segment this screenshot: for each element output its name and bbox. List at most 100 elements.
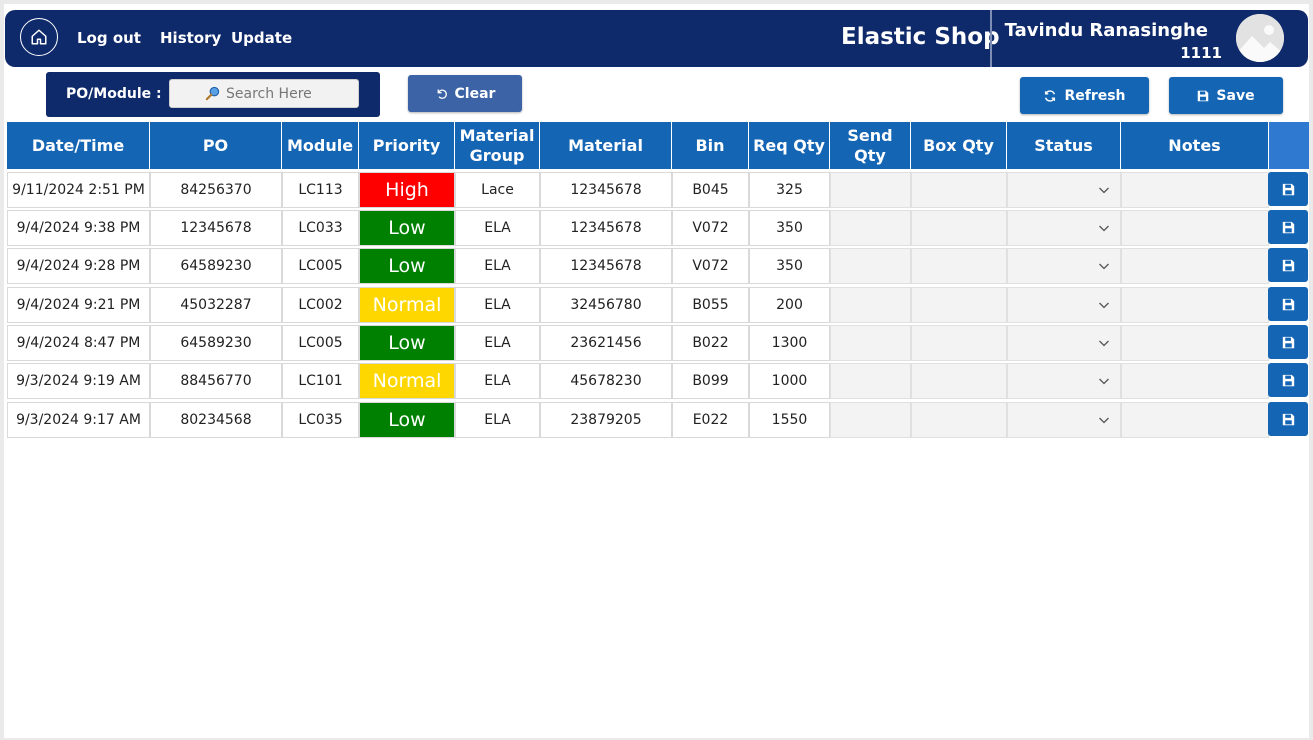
send-qty-input[interactable] [830,402,911,438]
save-icon [1282,336,1294,348]
user-id: 1111 [1180,44,1222,62]
row-save-button[interactable] [1268,402,1308,436]
po-cell: 88456770 [150,363,282,399]
notes-input[interactable] [1121,287,1269,323]
datetime-cell: 9/3/2024 9:17 AM [7,402,150,438]
column-header-material-group[interactable]: Material Group [455,122,540,169]
bin-cell: V072 [672,210,749,246]
send-qty-input[interactable] [830,287,911,323]
column-header-material[interactable]: Material [540,122,672,169]
column-header-actions [1269,122,1309,169]
send-qty-input[interactable] [830,210,911,246]
row-save-button[interactable] [1268,248,1308,282]
status-dropdown[interactable] [1007,210,1121,246]
column-header-box-qty[interactable]: Box Qty [911,122,1007,169]
status-dropdown[interactable] [1007,363,1121,399]
box-qty-input[interactable] [911,402,1007,438]
material-cell: 32456780 [540,287,672,323]
history-link[interactable]: History [160,29,221,47]
column-header-module[interactable]: Module [282,122,359,169]
notes-input[interactable] [1121,210,1269,246]
module-cell: LC101 [282,363,359,399]
save-icon [1282,221,1294,233]
row-save-button[interactable] [1268,210,1308,244]
table-row: 9/4/2024 8:47 PM 64589230 LC005 Low ELA 23621… [7,325,1309,361]
box-qty-input[interactable] [911,172,1007,208]
column-header-req-qty[interactable]: Req Qty [749,122,830,169]
material-cell: 12345678 [540,172,672,208]
priority-badge: Low [359,248,455,284]
datetime-cell: 9/4/2024 9:28 PM [7,248,150,284]
material-group-cell: Lace [455,172,540,208]
box-qty-input[interactable] [911,363,1007,399]
column-header-datetime[interactable]: Date/Time [7,122,150,169]
header-divider [990,10,992,67]
column-header-send-qty[interactable]: Send Qty [830,122,911,169]
material-cell: 12345678 [540,248,672,284]
po-cell: 12345678 [150,210,282,246]
column-header-priority[interactable]: Priority [359,122,455,169]
row-save-button[interactable] [1268,325,1308,359]
chevron-down-icon [1099,225,1109,232]
save-icon [1282,259,1294,271]
priority-badge: Normal [359,287,455,323]
clear-button[interactable]: Clear [408,75,522,112]
box-qty-input[interactable] [911,248,1007,284]
priority-badge: Low [359,210,455,246]
save-button[interactable]: Save [1169,77,1283,114]
priority-badge: High [359,172,455,208]
column-header-po[interactable]: PO [150,122,282,169]
avatar[interactable] [1236,14,1284,62]
send-qty-input[interactable] [830,325,911,361]
box-qty-input[interactable] [911,287,1007,323]
save-icon [1282,374,1294,386]
send-qty-input[interactable] [830,363,911,399]
notes-input[interactable] [1121,248,1269,284]
status-dropdown[interactable] [1007,325,1121,361]
box-qty-input[interactable] [911,325,1007,361]
notes-input[interactable] [1121,402,1269,438]
priority-badge: Low [359,325,455,361]
send-qty-input[interactable] [830,172,911,208]
table-row: 9/4/2024 9:21 PM 45032287 LC002 Normal ELA 32… [7,287,1309,323]
material-cell: 12345678 [540,210,672,246]
home-button[interactable] [20,18,58,56]
row-save-button[interactable] [1268,287,1308,321]
column-header-notes[interactable]: Notes [1121,122,1269,169]
image-placeholder-icon [1236,14,1284,62]
notes-input[interactable] [1121,325,1269,361]
search-icon [205,86,220,101]
module-cell: LC002 [282,287,359,323]
po-cell: 64589230 [150,325,282,361]
column-header-status[interactable]: Status [1007,122,1121,169]
table-row: 9/4/2024 9:28 PM 64589230 LC005 Low ELA 12345… [7,248,1309,284]
bin-cell: B045 [672,172,749,208]
row-save-button[interactable] [1268,172,1308,206]
material-group-cell: ELA [455,363,540,399]
search-box[interactable] [169,79,359,108]
box-qty-input[interactable] [911,210,1007,246]
req-qty-cell: 1000 [749,363,830,399]
search-label: PO/Module : [66,86,162,102]
notes-input[interactable] [1121,363,1269,399]
status-dropdown[interactable] [1007,248,1121,284]
logout-link[interactable]: Log out [77,29,141,47]
row-save-button[interactable] [1268,363,1308,397]
header-bar: Log out History Update Elastic Shop Tavi… [5,10,1308,67]
save-label: Save [1216,87,1255,104]
column-header-bin[interactable]: Bin [672,122,749,169]
search-input[interactable] [224,84,323,103]
update-link[interactable]: Update [231,29,292,47]
bin-cell: B055 [672,287,749,323]
table-row: 9/3/2024 9:19 AM 88456770 LC101 Normal ELA 45… [7,363,1309,399]
status-dropdown[interactable] [1007,402,1121,438]
notes-input[interactable] [1121,172,1269,208]
material-group-cell: ELA [455,210,540,246]
status-dropdown[interactable] [1007,287,1121,323]
chevron-down-icon [1099,187,1109,194]
bin-cell: E022 [672,402,749,438]
status-dropdown[interactable] [1007,172,1121,208]
refresh-button[interactable]: Refresh [1020,77,1149,114]
send-qty-input[interactable] [830,248,911,284]
material-cell: 23879205 [540,402,672,438]
